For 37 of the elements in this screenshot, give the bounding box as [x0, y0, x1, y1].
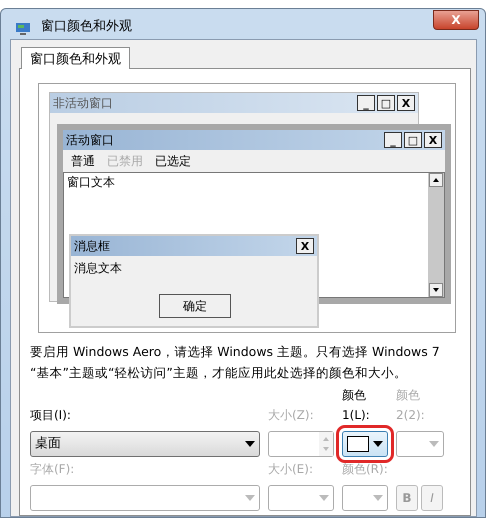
display-icon	[15, 22, 31, 36]
caret-icon	[429, 441, 439, 447]
window-button[interactable]: X	[397, 95, 415, 111]
ok-button[interactable]: 确定	[159, 294, 231, 318]
dropdown-value: 桌面	[35, 435, 61, 454]
window-text: 窗口文本	[66, 175, 116, 189]
window-button[interactable]: □	[404, 132, 422, 148]
tab[interactable]: 窗口颜色和外观	[21, 47, 130, 69]
field-label: 项目(I):	[30, 407, 72, 424]
spin-arrows-icon	[319, 432, 333, 456]
field-label: 颜色 2(2):	[396, 387, 426, 424]
window-button[interactable]: □	[377, 95, 395, 111]
caret-icon	[373, 495, 383, 501]
field-label: 大小(E):	[268, 461, 314, 478]
caret-icon	[245, 495, 255, 501]
window-title: 消息框	[74, 238, 110, 255]
field-label: 大小(Z):	[268, 407, 315, 424]
window-button[interactable]: _	[384, 132, 402, 148]
window-button[interactable]: X	[296, 238, 314, 254]
window-button[interactable]: X	[424, 132, 442, 148]
caret-icon	[319, 495, 329, 501]
window-title: 活动窗口	[66, 132, 114, 149]
scroll-up-button[interactable]	[429, 173, 443, 187]
window-button[interactable]: _	[357, 95, 375, 111]
field-label: 颜色(R):	[342, 461, 388, 478]
scroll-down-button[interactable]	[429, 283, 443, 297]
caret-icon	[373, 441, 383, 447]
info-text: 要启用 Windows Aero，请选择 Windows 主题。只有选择 Windows 7 “基本”主题或“轻松访问”主题，才能应用此处选择的颜色和大小。	[30, 343, 441, 382]
caret-icon	[245, 441, 255, 447]
menu-item[interactable]: 已选定	[149, 152, 197, 170]
field-label: 字体(F):	[30, 461, 76, 478]
field-label: 颜色 1(L):	[342, 387, 371, 424]
window-title: 窗口颜色和外观	[41, 18, 132, 36]
window-title: 非活动窗口	[53, 95, 113, 112]
dropdown[interactable]: 桌面	[30, 431, 260, 457]
message-text: 消息文本	[73, 260, 123, 277]
menu-item[interactable]: 普通	[65, 152, 101, 170]
